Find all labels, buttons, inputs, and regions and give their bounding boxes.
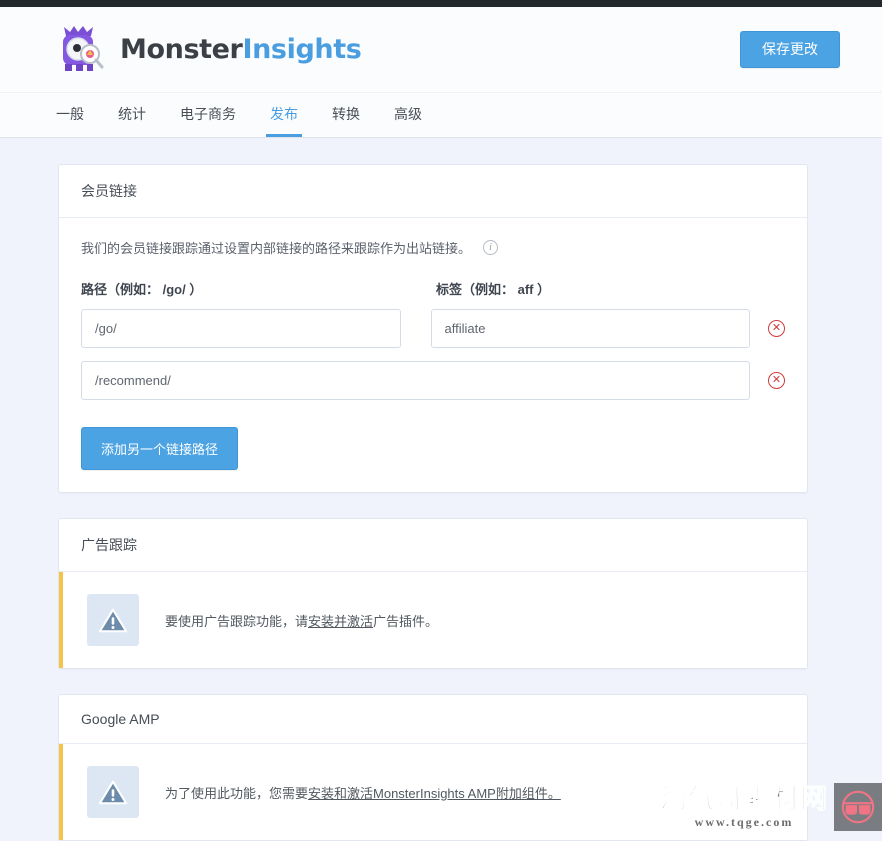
brand-title-first: Monster	[120, 34, 243, 65]
watermark-site-name: 淘气哥素材网	[660, 784, 828, 815]
affiliate-description-row: 我们的会员链接跟踪通过设置内部链接的路径来跟踪作为出站链接。 i	[81, 238, 785, 257]
ads-tracking-notice-text: 要使用广告跟踪功能，请安装并激活广告插件。	[165, 611, 438, 630]
ads-tracking-card: 广告跟踪 要使用广告跟踪功能，请安装并激活广告插件。	[58, 518, 808, 669]
info-circle-icon[interactable]: i	[483, 240, 499, 255]
brand-title: MonsterInsights	[120, 34, 362, 65]
settings-tab-bar: 一般 统计 电子商务 发布 转换 高级	[0, 92, 882, 138]
amp-notice-prefix: 为了使用此功能，您需要	[165, 785, 309, 801]
remove-circle-icon[interactable]: ✕	[768, 372, 785, 389]
sunglasses-logo-icon	[834, 783, 882, 831]
brand-title-second: Insights	[242, 34, 362, 65]
google-amp-notice-text: 为了使用此功能，您需要安装和激活MonsterInsights AMP附加组件。	[165, 783, 561, 802]
remove-circle-icon[interactable]: ✕	[768, 320, 785, 337]
path-column-label: 路径（例如： /go/ ）	[81, 282, 203, 297]
add-link-path-button[interactable]: 添加另一个链接路径	[81, 427, 239, 470]
app-header: MonsterInsights 保存更改	[0, 7, 882, 92]
tab-advanced[interactable]: 高级	[390, 107, 426, 137]
ads-tracking-card-title: 广告跟踪	[59, 519, 807, 572]
warning-triangle-icon	[87, 594, 139, 646]
tab-publisher[interactable]: 发布	[266, 107, 302, 137]
label-column-label: 标签（例如： aff ）	[436, 282, 551, 297]
path-input-1[interactable]	[81, 309, 401, 348]
tab-general[interactable]: 一般	[52, 107, 88, 137]
install-amp-addon-link[interactable]: 安装和激活MonsterInsights AMP附加组件。	[308, 786, 561, 801]
affiliate-column-labels: 路径（例如： /go/ ） 标签（例如： aff ）	[81, 279, 785, 298]
path-input-2[interactable]	[81, 361, 750, 400]
save-changes-button[interactable]: 保存更改	[740, 31, 840, 68]
settings-content: 会员链接 我们的会员链接跟踪通过设置内部链接的路径来跟踪作为出站链接。 i 路径…	[0, 138, 882, 841]
wordpress-admin-bar	[0, 0, 882, 7]
watermark: 淘气哥素材网 www.tqge.com	[660, 783, 882, 831]
ads-notice-suffix: 广告插件。	[373, 613, 439, 629]
affiliate-row-1: ✕	[81, 309, 785, 348]
affiliate-links-card-title: 会员链接	[59, 165, 807, 218]
monster-mascot-icon	[52, 24, 108, 76]
tab-statistics[interactable]: 统计	[114, 107, 150, 137]
warning-triangle-icon	[87, 766, 139, 818]
install-ads-plugin-link[interactable]: 安装并激活	[308, 614, 373, 629]
watermark-url: www.tqge.com	[694, 815, 794, 829]
affiliate-description: 我们的会员链接跟踪通过设置内部链接的路径来跟踪作为出站链接。	[81, 241, 472, 256]
affiliate-links-card-body: 我们的会员链接跟踪通过设置内部链接的路径来跟踪作为出站链接。 i 路径（例如： …	[59, 218, 807, 492]
watermark-text: 淘气哥素材网 www.tqge.com	[660, 784, 828, 829]
brand: MonsterInsights	[52, 24, 362, 76]
google-amp-card-title: Google AMP	[59, 695, 807, 744]
tab-conversions[interactable]: 转换	[328, 107, 364, 137]
tab-ecommerce[interactable]: 电子商务	[176, 107, 240, 137]
ads-notice-prefix: 要使用广告跟踪功能，请	[165, 613, 309, 629]
ads-tracking-notice: 要使用广告跟踪功能，请安装并激活广告插件。	[59, 572, 807, 668]
affiliate-row-2: ✕	[81, 361, 785, 400]
label-input-1[interactable]	[430, 309, 750, 348]
affiliate-links-card: 会员链接 我们的会员链接跟踪通过设置内部链接的路径来跟踪作为出站链接。 i 路径…	[58, 164, 808, 493]
